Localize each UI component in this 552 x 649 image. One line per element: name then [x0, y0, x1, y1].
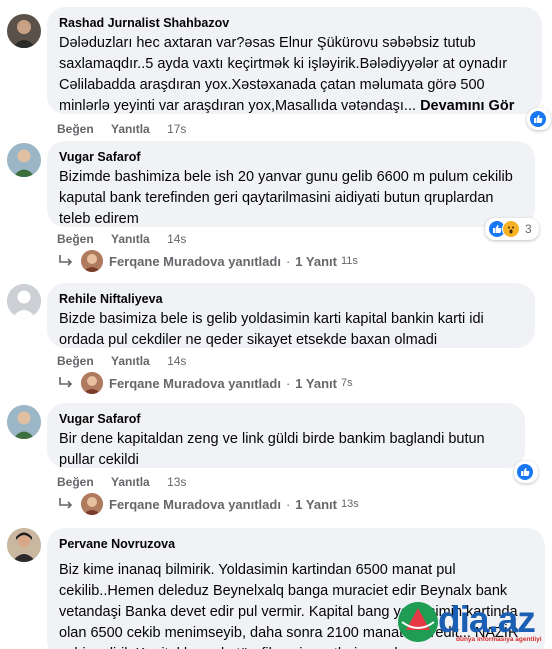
reaction-summary[interactable]: 3 [485, 218, 539, 240]
brand-watermark: dia.az dünya informasiya agentliyi [398, 598, 548, 648]
reply-author: Ferqane Muradova yanıtladı [109, 375, 281, 391]
comment-actions: Beğen Yanıtla 13s [57, 475, 186, 489]
separator: · [285, 253, 291, 269]
reply-author: Ferqane Muradova yanıtladı [109, 496, 281, 512]
reply-count: 1 Yanıt [295, 253, 337, 269]
globe-logo-icon [398, 602, 438, 642]
comment-text: Dələduzları hec axtaran var?əsas Elnur Ş… [59, 33, 530, 117]
comment-author[interactable]: Pervane Novruzova [59, 536, 533, 552]
comment-text: Bizimde bashimiza bele ish 20 yanvar gun… [59, 169, 513, 227]
like-button[interactable]: Beğen [57, 354, 94, 368]
reply-button[interactable]: Yanıtla [111, 475, 150, 489]
wow-face-icon [502, 220, 520, 238]
comment-text: Bizde basimiza bele is gelib yoldasimin … [59, 311, 484, 348]
comment-actions: Beğen Yanıtla 14s [57, 232, 186, 246]
comment-time[interactable]: 14s [167, 232, 186, 246]
thumbs-up-icon [516, 463, 534, 481]
reply-author: Ferqane Muradova yanıtladı [109, 253, 281, 269]
avatar[interactable] [7, 528, 41, 562]
reply-arrow-icon [59, 377, 73, 388]
reply-time: 11s [340, 255, 358, 267]
comment-author[interactable]: Vugar Safarof [59, 411, 513, 427]
comment-text: Bir dene kapitaldan zeng ve link güldi b… [59, 431, 485, 468]
comment-actions: Beğen Yanıtla 17s [57, 122, 186, 136]
brand-tagline: dünya informasiya agentliyi [456, 636, 542, 643]
view-replies-link[interactable]: Ferqane Muradova yanıtladı · 1 Yanıt 11s [57, 250, 358, 272]
comment-bubble: Vugar Safarof Bizimde bashimiza bele ish… [47, 141, 535, 227]
comment-time[interactable]: 17s [167, 122, 186, 136]
reply-arrow-icon [59, 255, 73, 266]
comment-bubble: Vugar Safarof Bir dene kapitaldan zeng v… [47, 403, 525, 468]
separator: · [285, 496, 291, 512]
like-button[interactable]: Beğen [57, 232, 94, 246]
reaction-count: 3 [525, 222, 532, 236]
thumbs-up-icon [529, 110, 547, 128]
reaction-summary[interactable] [514, 461, 538, 483]
like-button[interactable]: Beğen [57, 122, 94, 136]
reaction-summary[interactable] [527, 108, 551, 130]
comment-time[interactable]: 14s [167, 354, 186, 368]
reply-arrow-icon [59, 498, 73, 509]
comment-actions: Beğen Yanıtla 14s [57, 354, 186, 368]
like-button[interactable]: Beğen [57, 475, 94, 489]
avatar[interactable] [7, 143, 41, 177]
see-more-link[interactable]: Devamını Gör [420, 98, 514, 114]
reply-count: 1 Yanıt [295, 496, 337, 512]
comment-author[interactable]: Rashad Jurnalist Shahbazov [59, 15, 530, 31]
comment-bubble: Rehile Niftaliyeva Bizde basimiza bele i… [47, 283, 535, 348]
reply-button[interactable]: Yanıtla [111, 232, 150, 246]
reply-time: 13s [340, 498, 359, 510]
view-replies-link[interactable]: Ferqane Muradova yanıtladı · 1 Yanıt 13s [57, 493, 359, 515]
reply-button[interactable]: Yanıtla [111, 354, 150, 368]
avatar [81, 493, 103, 515]
comment-author[interactable]: Rehile Niftaliyeva [59, 291, 523, 307]
separator: · [285, 375, 291, 391]
reply-button[interactable]: Yanıtla [111, 122, 150, 136]
avatar [81, 250, 103, 272]
comment-bubble: Rashad Jurnalist Shahbazov Dələduzları h… [47, 7, 542, 114]
reply-time: 7s [340, 377, 353, 389]
avatar[interactable] [7, 14, 41, 48]
avatar[interactable] [7, 405, 41, 439]
avatar[interactable] [7, 284, 41, 318]
avatar [81, 372, 103, 394]
view-replies-link[interactable]: Ferqane Muradova yanıtladı · 1 Yanıt 7s [57, 372, 353, 394]
comment-time[interactable]: 13s [167, 475, 186, 489]
comment-author[interactable]: Vugar Safarof [59, 149, 523, 165]
reply-count: 1 Yanıt [295, 375, 337, 391]
